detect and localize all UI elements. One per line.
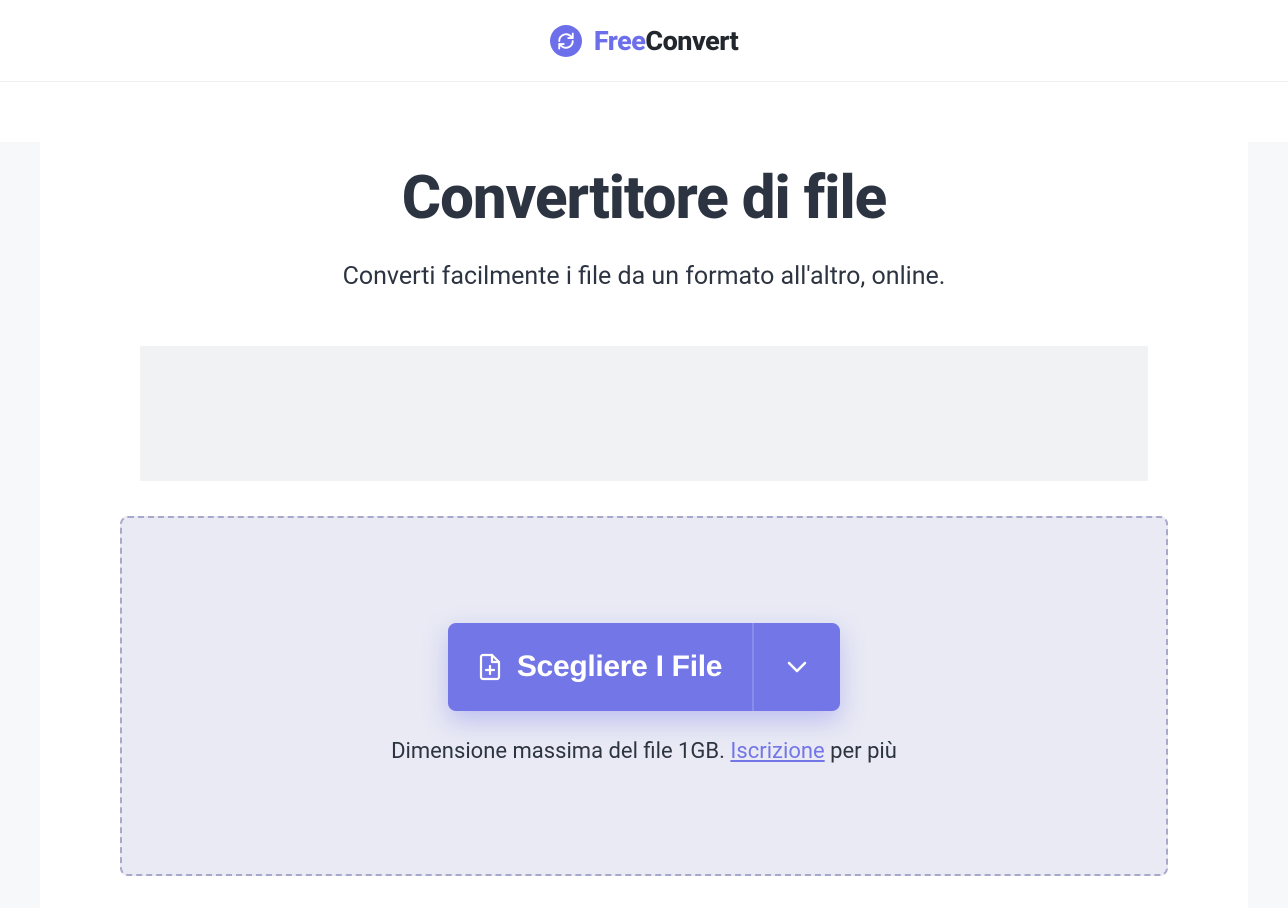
file-size-info: Dimensione massima del file 1GB. Iscrizi…	[391, 739, 897, 764]
file-plus-icon	[478, 653, 502, 681]
header: FreeConvert	[0, 0, 1288, 82]
drop-zone[interactable]: Scegliere I File Dimensione massima del …	[120, 516, 1168, 876]
choose-files-button[interactable]: Scegliere I File	[448, 623, 752, 711]
max-size-suffix: per più	[825, 739, 897, 764]
choose-files-label: Scegliere I File	[517, 650, 722, 684]
upload-options-dropdown[interactable]	[752, 623, 840, 711]
logo[interactable]: FreeConvert	[550, 25, 738, 57]
logo-text-convert: Convert	[645, 25, 738, 57]
chevron-down-icon	[787, 661, 807, 673]
main-content: Convertitore di file Converti facilmente…	[40, 142, 1248, 908]
sub-header	[0, 82, 1288, 142]
page-title: Convertitore di file	[40, 162, 1248, 234]
ad-placeholder	[140, 346, 1148, 481]
upload-button-group: Scegliere I File	[448, 623, 840, 711]
max-size-prefix: Dimensione massima del file 1GB.	[391, 739, 730, 764]
logo-icon	[550, 25, 582, 57]
logo-text: FreeConvert	[594, 25, 738, 57]
logo-text-free: Free	[594, 25, 646, 57]
page-subtitle: Converti facilmente i file da un formato…	[40, 262, 1248, 291]
signup-link[interactable]: Iscrizione	[730, 739, 824, 764]
